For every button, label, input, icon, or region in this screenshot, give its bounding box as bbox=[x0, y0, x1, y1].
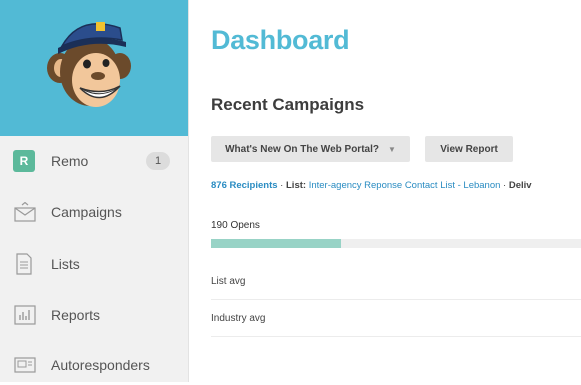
sidebar-item-autoresponders[interactable]: Autoresponders bbox=[0, 345, 188, 385]
autoresponder-icon bbox=[14, 357, 36, 373]
logo-area[interactable] bbox=[0, 0, 188, 136]
bar-chart-icon bbox=[14, 305, 36, 325]
separator: · bbox=[277, 180, 286, 191]
sidebar: R Remo 1 Campaigns Lists Reports Autores… bbox=[0, 0, 189, 382]
notification-count-badge: 1 bbox=[146, 152, 170, 170]
page-title: Dashboard bbox=[211, 25, 350, 55]
opens-label: 190 Opens bbox=[211, 220, 260, 231]
sidebar-item-lists[interactable]: Lists bbox=[0, 244, 188, 284]
main-content: Dashboard Recent Campaigns What's New On… bbox=[189, 0, 581, 382]
envelope-icon bbox=[14, 202, 36, 222]
list-avg-row: List avg bbox=[211, 263, 581, 300]
mailchimp-logo-icon bbox=[47, 22, 131, 107]
user-initial-badge: R bbox=[13, 150, 35, 172]
row-label: Industry avg bbox=[211, 312, 266, 324]
section-title: Recent Campaigns bbox=[211, 95, 365, 114]
sidebar-item-label: Autoresponders bbox=[51, 357, 150, 373]
opens-progress-fill bbox=[211, 239, 341, 248]
delivered-label: Deliv bbox=[508, 180, 532, 191]
sidebar-item-campaigns[interactable]: Campaigns bbox=[0, 192, 188, 232]
user-name: Remo bbox=[51, 153, 89, 169]
recipients-link[interactable]: 876 Recipients bbox=[211, 180, 278, 191]
sidebar-item-label: Campaigns bbox=[51, 204, 122, 220]
row-label: List avg bbox=[211, 275, 246, 287]
campaign-select-dropdown[interactable]: What's New On The Web Portal? ▼ bbox=[211, 136, 410, 162]
dropdown-label: What's New On The Web Portal? bbox=[225, 143, 379, 155]
document-icon bbox=[16, 253, 32, 275]
sidebar-item-label: Lists bbox=[51, 256, 80, 272]
campaign-meta: 876 Recipients · List: Inter-agency Repo… bbox=[211, 180, 532, 191]
sidebar-item-label: Reports bbox=[51, 307, 101, 323]
industry-avg-row: Industry avg bbox=[211, 300, 581, 337]
list-name-link[interactable]: Inter-agency Reponse Contact List - Leba… bbox=[306, 180, 501, 191]
sidebar-item-reports[interactable]: Reports bbox=[0, 295, 188, 335]
separator: · bbox=[500, 180, 509, 191]
caret-down-icon: ▼ bbox=[387, 144, 396, 154]
sidebar-item-user[interactable]: R Remo 1 bbox=[0, 141, 188, 181]
list-label: List: bbox=[286, 180, 307, 191]
opens-progress-bar bbox=[211, 239, 581, 248]
view-report-button[interactable]: View Report bbox=[425, 136, 513, 162]
